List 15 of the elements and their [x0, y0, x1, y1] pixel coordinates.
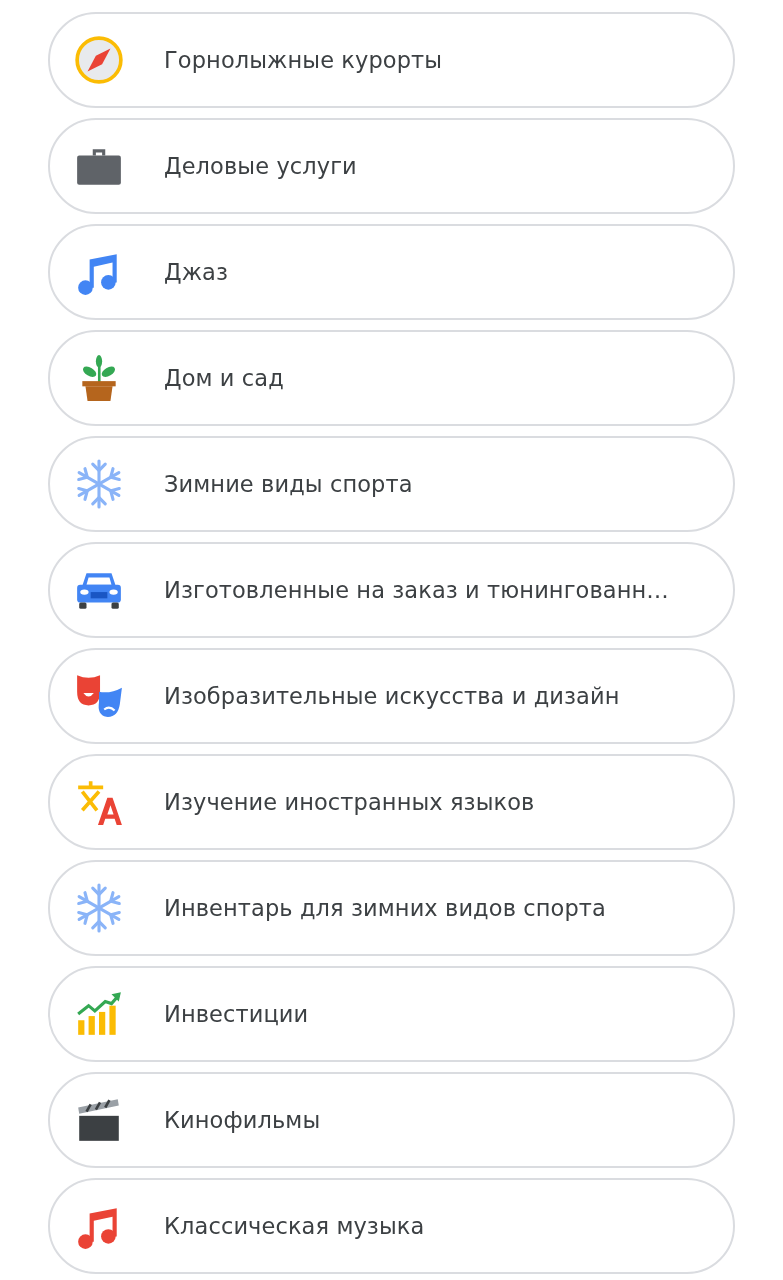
category-item[interactable]: Дом и сад	[48, 330, 735, 426]
category-item[interactable]: Изобразительные искусства и дизайн	[48, 648, 735, 744]
compass-icon	[74, 35, 124, 85]
category-item[interactable]: Инвестиции	[48, 966, 735, 1062]
category-item[interactable]: Классическая музыка	[48, 1178, 735, 1274]
snowflake-icon	[74, 883, 124, 933]
category-item[interactable]: Джаз	[48, 224, 735, 320]
category-item[interactable]: Горнолыжные курорты	[48, 12, 735, 108]
category-item[interactable]: Изготовленные на заказ и тюнингованн…	[48, 542, 735, 638]
category-item[interactable]: Инвентарь для зимних видов спорта	[48, 860, 735, 956]
snowflake-icon	[74, 459, 124, 509]
category-item[interactable]: Изучение иностранных языков	[48, 754, 735, 850]
category-item[interactable]: Кинофильмы	[48, 1072, 735, 1168]
category-item[interactable]: Деловые услуги	[48, 118, 735, 214]
category-item[interactable]: Зимние виды спорта	[48, 436, 735, 532]
